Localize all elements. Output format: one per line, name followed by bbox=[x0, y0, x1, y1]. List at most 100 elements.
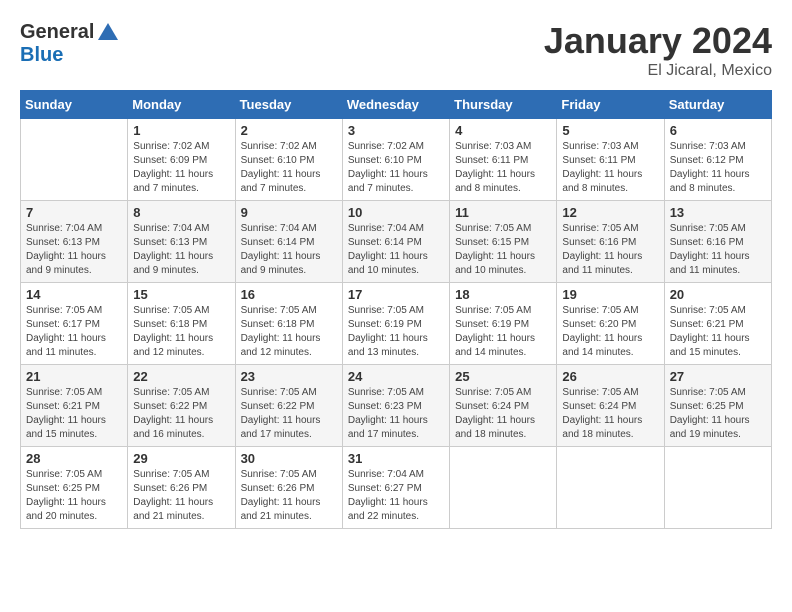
calendar-cell: 30 Sunrise: 7:05 AM Sunset: 6:26 PM Dayli… bbox=[235, 447, 342, 529]
day-info: Sunrise: 7:04 AM Sunset: 6:13 PM Dayligh… bbox=[26, 222, 122, 278]
day-number: 9 bbox=[241, 205, 337, 220]
calendar-cell: 11 Sunrise: 7:05 AM Sunset: 6:15 PM Dayli… bbox=[450, 201, 557, 283]
header-saturday: Saturday bbox=[664, 91, 771, 119]
day-info: Sunrise: 7:05 AM Sunset: 6:19 PM Dayligh… bbox=[348, 304, 444, 360]
calendar-cell: 2Sunrise: 7:02 AM Sunset: 6:10 PM Daylig… bbox=[235, 119, 342, 201]
day-info: Sunrise: 7:02 AM Sunset: 6:09 PM Dayligh… bbox=[133, 140, 229, 196]
calendar-cell: 29 Sunrise: 7:05 AM Sunset: 6:26 PM Dayli… bbox=[128, 447, 235, 529]
calendar-cell: 3Sunrise: 7:02 AM Sunset: 6:10 PM Daylig… bbox=[342, 119, 449, 201]
calendar-week-3: 14 Sunrise: 7:05 AM Sunset: 6:17 PM Dayli… bbox=[21, 283, 772, 365]
calendar-cell: 19 Sunrise: 7:05 AM Sunset: 6:20 PM Dayli… bbox=[557, 283, 664, 365]
day-number: 15 bbox=[133, 287, 229, 302]
calendar-cell: 7 Sunrise: 7:04 AM Sunset: 6:13 PM Daylig… bbox=[21, 201, 128, 283]
day-info: Sunrise: 7:03 AM Sunset: 6:11 PM Dayligh… bbox=[562, 140, 658, 196]
day-info: Sunrise: 7:05 AM Sunset: 6:22 PM Dayligh… bbox=[133, 386, 229, 442]
calendar-cell: 12 Sunrise: 7:05 AM Sunset: 6:16 PM Dayli… bbox=[557, 201, 664, 283]
header-tuesday: Tuesday bbox=[235, 91, 342, 119]
header-thursday: Thursday bbox=[450, 91, 557, 119]
calendar-cell: 24Sunrise: 7:05 AM Sunset: 6:23 PM Dayli… bbox=[342, 365, 449, 447]
calendar-week-2: 7 Sunrise: 7:04 AM Sunset: 6:13 PM Daylig… bbox=[21, 201, 772, 283]
day-number: 14 bbox=[26, 287, 122, 302]
day-number: 27 bbox=[670, 369, 766, 384]
day-info: Sunrise: 7:05 AM Sunset: 6:26 PM Dayligh… bbox=[241, 468, 337, 524]
day-info: Sunrise: 7:05 AM Sunset: 6:25 PM Dayligh… bbox=[26, 468, 122, 524]
calendar-week-1: 1 Sunrise: 7:02 AM Sunset: 6:09 PM Daylig… bbox=[21, 119, 772, 201]
calendar-table: Sunday Monday Tuesday Wednesday Thursday… bbox=[20, 90, 772, 529]
logo: General Blue bbox=[20, 20, 120, 67]
header-friday: Friday bbox=[557, 91, 664, 119]
header-monday: Monday bbox=[128, 91, 235, 119]
calendar-cell: 31 Sunrise: 7:04 AM Sunset: 6:27 PM Dayli… bbox=[342, 447, 449, 529]
day-number: 7 bbox=[26, 205, 122, 220]
day-info: Sunrise: 7:05 AM Sunset: 6:22 PM Dayligh… bbox=[241, 386, 337, 442]
day-number: 22 bbox=[133, 369, 229, 384]
day-info: Sunrise: 7:05 AM Sunset: 6:24 PM Dayligh… bbox=[562, 386, 658, 442]
calendar-cell: 23 Sunrise: 7:05 AM Sunset: 6:22 PM Dayli… bbox=[235, 365, 342, 447]
day-info: Sunrise: 7:05 AM Sunset: 6:24 PM Dayligh… bbox=[455, 386, 551, 442]
calendar-cell: 21Sunrise: 7:05 AM Sunset: 6:21 PM Dayli… bbox=[21, 365, 128, 447]
calendar-cell: 4Sunrise: 7:03 AM Sunset: 6:11 PM Daylig… bbox=[450, 119, 557, 201]
day-info: Sunrise: 7:05 AM Sunset: 6:21 PM Dayligh… bbox=[26, 386, 122, 442]
day-number: 16 bbox=[241, 287, 337, 302]
calendar-week-4: 21Sunrise: 7:05 AM Sunset: 6:21 PM Dayli… bbox=[21, 365, 772, 447]
day-info: Sunrise: 7:05 AM Sunset: 6:17 PM Dayligh… bbox=[26, 304, 122, 360]
calendar-cell: 6Sunrise: 7:03 AM Sunset: 6:12 PM Daylig… bbox=[664, 119, 771, 201]
day-number: 20 bbox=[670, 287, 766, 302]
day-number: 26 bbox=[562, 369, 658, 384]
day-number: 17 bbox=[348, 287, 444, 302]
calendar-cell: 16 Sunrise: 7:05 AM Sunset: 6:18 PM Dayli… bbox=[235, 283, 342, 365]
calendar-cell bbox=[21, 119, 128, 201]
calendar-cell: 27 Sunrise: 7:05 AM Sunset: 6:25 PM Dayli… bbox=[664, 365, 771, 447]
location-title: El Jicaral, Mexico bbox=[544, 62, 772, 80]
month-title: January 2024 bbox=[544, 20, 772, 62]
calendar-cell bbox=[450, 447, 557, 529]
day-number: 5 bbox=[562, 123, 658, 138]
page-header: General Blue January 2024 El Jicaral, Me… bbox=[20, 20, 772, 80]
day-info: Sunrise: 7:05 AM Sunset: 6:25 PM Dayligh… bbox=[670, 386, 766, 442]
header-wednesday: Wednesday bbox=[342, 91, 449, 119]
day-number: 30 bbox=[241, 451, 337, 466]
day-number: 1 bbox=[133, 123, 229, 138]
day-number: 13 bbox=[670, 205, 766, 220]
day-info: Sunrise: 7:05 AM Sunset: 6:20 PM Dayligh… bbox=[562, 304, 658, 360]
title-block: January 2024 El Jicaral, Mexico bbox=[544, 20, 772, 80]
calendar-cell: 13Sunrise: 7:05 AM Sunset: 6:16 PM Dayli… bbox=[664, 201, 771, 283]
day-info: Sunrise: 7:05 AM Sunset: 6:26 PM Dayligh… bbox=[133, 468, 229, 524]
day-number: 29 bbox=[133, 451, 229, 466]
header-sunday: Sunday bbox=[21, 91, 128, 119]
day-info: Sunrise: 7:05 AM Sunset: 6:18 PM Dayligh… bbox=[133, 304, 229, 360]
header-row: Sunday Monday Tuesday Wednesday Thursday… bbox=[21, 91, 772, 119]
day-number: 10 bbox=[348, 205, 444, 220]
day-number: 23 bbox=[241, 369, 337, 384]
calendar-cell: 26 Sunrise: 7:05 AM Sunset: 6:24 PM Dayli… bbox=[557, 365, 664, 447]
day-info: Sunrise: 7:02 AM Sunset: 6:10 PM Dayligh… bbox=[241, 140, 337, 196]
logo-blue: Blue bbox=[20, 44, 63, 67]
day-number: 12 bbox=[562, 205, 658, 220]
calendar-cell: 9Sunrise: 7:04 AM Sunset: 6:14 PM Daylig… bbox=[235, 201, 342, 283]
logo-icon bbox=[96, 20, 120, 44]
calendar-cell: 1 Sunrise: 7:02 AM Sunset: 6:09 PM Daylig… bbox=[128, 119, 235, 201]
day-number: 28 bbox=[26, 451, 122, 466]
calendar-cell: 25Sunrise: 7:05 AM Sunset: 6:24 PM Dayli… bbox=[450, 365, 557, 447]
day-info: Sunrise: 7:03 AM Sunset: 6:11 PM Dayligh… bbox=[455, 140, 551, 196]
day-info: Sunrise: 7:05 AM Sunset: 6:16 PM Dayligh… bbox=[562, 222, 658, 278]
day-number: 31 bbox=[348, 451, 444, 466]
day-info: Sunrise: 7:05 AM Sunset: 6:18 PM Dayligh… bbox=[241, 304, 337, 360]
logo-general: General bbox=[20, 21, 94, 44]
day-info: Sunrise: 7:05 AM Sunset: 6:21 PM Dayligh… bbox=[670, 304, 766, 360]
day-info: Sunrise: 7:05 AM Sunset: 6:23 PM Dayligh… bbox=[348, 386, 444, 442]
calendar-cell: 10Sunrise: 7:04 AM Sunset: 6:14 PM Dayli… bbox=[342, 201, 449, 283]
calendar-cell: 15 Sunrise: 7:05 AM Sunset: 6:18 PM Dayli… bbox=[128, 283, 235, 365]
day-number: 19 bbox=[562, 287, 658, 302]
day-info: Sunrise: 7:04 AM Sunset: 6:27 PM Dayligh… bbox=[348, 468, 444, 524]
day-number: 18 bbox=[455, 287, 551, 302]
calendar-week-5: 28 Sunrise: 7:05 AM Sunset: 6:25 PM Dayli… bbox=[21, 447, 772, 529]
day-info: Sunrise: 7:05 AM Sunset: 6:15 PM Dayligh… bbox=[455, 222, 551, 278]
calendar-cell bbox=[557, 447, 664, 529]
day-number: 3 bbox=[348, 123, 444, 138]
calendar-cell: 18Sunrise: 7:05 AM Sunset: 6:19 PM Dayli… bbox=[450, 283, 557, 365]
day-number: 11 bbox=[455, 205, 551, 220]
day-info: Sunrise: 7:03 AM Sunset: 6:12 PM Dayligh… bbox=[670, 140, 766, 196]
calendar-cell: 14 Sunrise: 7:05 AM Sunset: 6:17 PM Dayli… bbox=[21, 283, 128, 365]
calendar-cell: 8Sunrise: 7:04 AM Sunset: 6:13 PM Daylig… bbox=[128, 201, 235, 283]
